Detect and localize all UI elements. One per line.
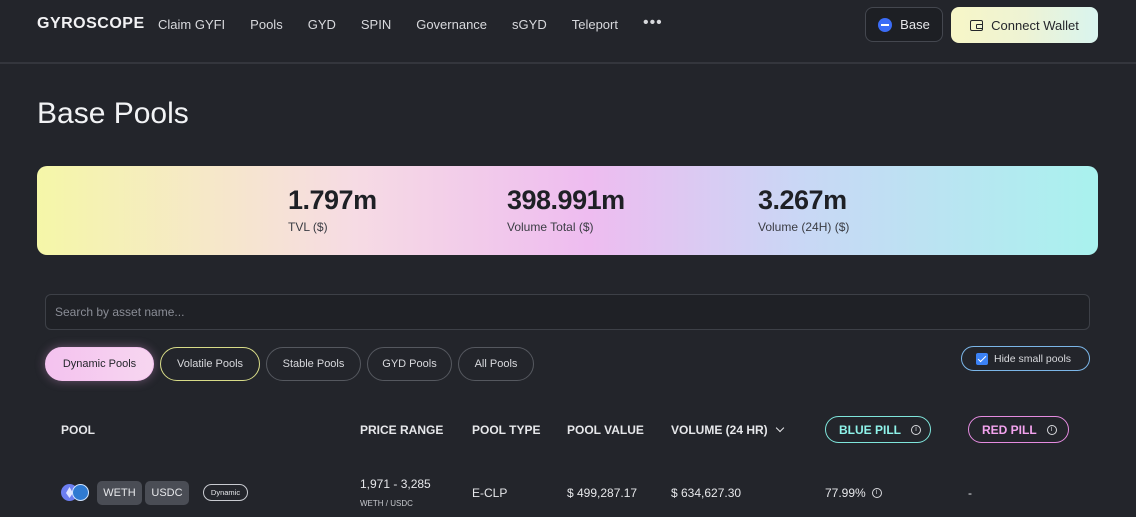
column-header-volume-sort[interactable]: VOLUME (24 HR) (671, 423, 784, 437)
filter-stable-pools[interactable]: Stable Pools (266, 347, 361, 381)
blue-pill-cell: 77.99% i (825, 486, 882, 500)
network-label: Base (900, 17, 930, 32)
stat-tvl: 1.797m TVL ($) (288, 185, 377, 234)
pool-type-value: E-CLP (472, 486, 508, 500)
price-range-unit: WETH / USDC (360, 499, 413, 508)
nav-gyd[interactable]: GYD (308, 17, 336, 35)
top-navbar: GYROSCOPE Claim GYFI Pools GYD SPIN Gove… (0, 0, 1136, 64)
token-badge-weth: WETH (97, 481, 142, 505)
nav-governance[interactable]: Governance (416, 17, 487, 35)
nav-spin[interactable]: SPIN (361, 17, 391, 35)
hide-small-pools-checkbox[interactable] (976, 352, 988, 365)
red-pill-column-button[interactable]: RED PILL i (968, 416, 1069, 443)
page-title: Base Pools (37, 97, 189, 130)
hide-small-pools-label: Hide small pools (994, 352, 1072, 365)
base-network-icon (878, 17, 893, 32)
stat-volume-total-value: 398.991m (507, 185, 625, 215)
stat-volume-24h-value: 3.267m (758, 185, 847, 215)
nav-sgyd[interactable]: sGYD (512, 17, 547, 35)
connect-wallet-label: Connect Wallet (991, 17, 1079, 33)
column-header-pool-value: POOL VALUE (567, 423, 644, 437)
stat-volume-total: 398.991m Volume Total ($) (507, 185, 625, 234)
column-header-price-range: PRICE RANGE (360, 423, 444, 437)
filter-dynamic-pools[interactable]: Dynamic Pools (45, 347, 154, 381)
stat-tvl-label: TVL ($) (288, 220, 328, 234)
stat-volume-total-label: Volume Total ($) (507, 220, 594, 234)
blue-pill-value: 77.99% (825, 486, 866, 500)
nav-claim-gyfi[interactable]: Claim GYFI (158, 17, 225, 35)
nav-teleport[interactable]: Teleport (572, 17, 618, 35)
main-nav: Claim GYFI Pools GYD SPIN Governance sGY… (158, 14, 663, 35)
filter-volatile-pools[interactable]: Volatile Pools (160, 347, 260, 381)
price-range-value: 1,971 - 3,285 (360, 477, 431, 491)
token-pair-icon (61, 484, 89, 501)
stat-volume-24h: 3.267m Volume (24H) ($) (758, 185, 849, 234)
nav-pools[interactable]: Pools (250, 17, 283, 35)
search-input[interactable] (55, 305, 1080, 319)
column-header-pool: POOL (61, 423, 96, 437)
usdc-token-icon (72, 484, 89, 501)
network-selector-button[interactable]: Base (865, 7, 943, 42)
info-icon[interactable]: i (871, 488, 882, 498)
red-pill-value: - (968, 486, 972, 500)
blue-pill-label: BLUE PILL (839, 422, 901, 437)
info-icon[interactable]: i (911, 424, 921, 435)
blue-pill-column-button[interactable]: BLUE PILL i (825, 416, 931, 443)
connect-wallet-button[interactable]: Connect Wallet (951, 7, 1098, 43)
column-header-pool-type: POOL TYPE (472, 423, 541, 437)
search-box (45, 294, 1090, 330)
token-badge-usdc: USDC (145, 481, 189, 505)
stats-banner: 1.797m TVL ($) 398.991m Volume Total ($)… (37, 166, 1098, 255)
pool-type-badge: Dynamic (203, 484, 248, 501)
info-icon[interactable]: i (1046, 424, 1057, 435)
red-pill-label: RED PILL (982, 422, 1037, 437)
more-menu-icon[interactable]: ••• (643, 14, 663, 32)
pool-value-amount: $ 499,287.17 (567, 486, 638, 500)
volume-amount: $ 634,627.30 (671, 486, 742, 500)
gyroscope-logo[interactable]: GYROSCOPE (37, 15, 145, 33)
stat-volume-24h-label: Volume (24H) ($) (758, 220, 850, 234)
chevron-down-icon (775, 423, 784, 433)
column-header-volume-label: VOLUME (24 HR) (671, 423, 768, 437)
filter-gyd-pools[interactable]: GYD Pools (367, 347, 452, 381)
stat-tvl-value: 1.797m (288, 185, 377, 215)
filter-all-pools[interactable]: All Pools (458, 347, 534, 381)
hide-small-pools-toggle[interactable]: Hide small pools (961, 346, 1090, 371)
wallet-icon (970, 19, 984, 31)
